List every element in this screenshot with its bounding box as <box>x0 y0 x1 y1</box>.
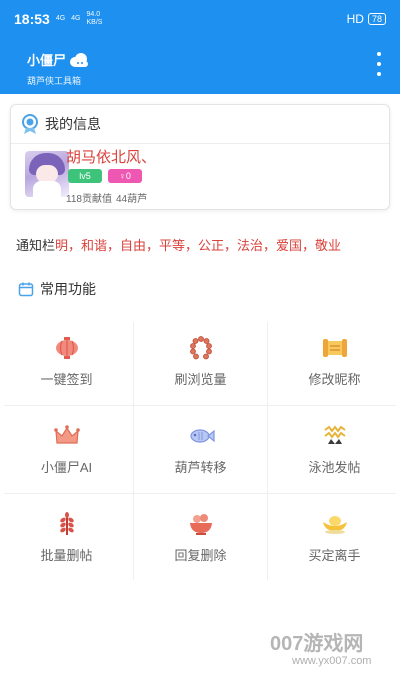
watermark-brand: 007游戏网 <box>270 633 364 655</box>
scroll-icon <box>322 339 347 357</box>
feature-label: 批量删帖 <box>40 548 93 563</box>
cloud-icon <box>70 52 89 67</box>
feature-label: 泳池发帖 <box>308 460 361 475</box>
profile-card-title: 我的信息 <box>45 116 101 132</box>
feature-grid: 一键签到 刷浏览量 修改昵称 小僵尸AI 葫芦转移 泳池发帖 批量删帖 回复删除… <box>0 318 400 580</box>
feature-reply-delete[interactable]: 回复删除 <box>134 494 267 582</box>
gold-ingot-icon <box>322 516 347 534</box>
lantern-icon <box>55 337 78 359</box>
app-subtitle: 葫芦侠工具箱 <box>27 76 82 86</box>
section-title: 常用功能 <box>40 281 96 297</box>
feature-change-nickname[interactable]: 修改昵称 <box>268 318 400 406</box>
status-time: 18:53 <box>14 11 50 27</box>
feature-gourd-transfer[interactable]: 葫芦转移 <box>134 406 267 494</box>
user-badges: lv5 ♀0 <box>68 169 142 183</box>
feature-pool-post[interactable]: 泳池发帖 <box>268 406 400 494</box>
user-stats: 118贡献值 44葫芦 <box>66 190 147 205</box>
notice-label: 通知栏 <box>16 238 56 253</box>
feature-label: 葫芦转移 <box>174 460 227 475</box>
medal-icon <box>22 114 38 134</box>
signal-indicator-right: 4G <box>71 15 81 22</box>
section-header: 常用功能 <box>18 279 96 299</box>
network-speed-value: 94.0 <box>86 11 101 18</box>
feature-label: 刷浏览量 <box>174 372 227 387</box>
calendar-icon <box>18 282 34 297</box>
app-title-text: 小僵尸 <box>27 53 67 68</box>
network-speed: 94.0 KB/S <box>87 11 103 27</box>
level-badge: lv5 <box>68 169 102 183</box>
feature-batch-delete[interactable]: 批量删帖 <box>0 494 133 582</box>
feature-label: 一键签到 <box>40 372 93 387</box>
feature-sign-in[interactable]: 一键签到 <box>0 318 133 406</box>
feature-label: 买定离手 <box>308 548 361 563</box>
network-speed-unit: KB/S <box>86 19 103 26</box>
bowl-icon <box>189 514 212 535</box>
battery-icon: 78 <box>367 13 386 25</box>
app-bar: 小僵尸 葫芦侠工具箱 <box>0 38 400 94</box>
contribution-value: 118贡献值 <box>66 194 112 205</box>
feature-label: 回复删除 <box>174 548 227 563</box>
profile-card-header: 我的信息 <box>19 113 101 135</box>
wheat-icon <box>59 512 74 535</box>
avatar[interactable] <box>25 151 69 197</box>
crown-icon <box>53 425 80 444</box>
feature-label: 小僵尸AI <box>40 460 93 475</box>
app-title: 小僵尸 <box>27 50 90 69</box>
waves-icon <box>323 425 346 444</box>
hd-indicator: HD <box>346 12 364 26</box>
signal-indicator-left: 4G <box>55 15 66 22</box>
feature-page-views[interactable]: 刷浏览量 <box>134 318 267 406</box>
divider <box>11 143 389 144</box>
watermark-url: www.yx007.com <box>292 655 372 667</box>
more-vert-icon[interactable] <box>374 52 384 76</box>
gender-badge: ♀0 <box>108 169 142 183</box>
notice-bar: 通知栏明，和谐，自由，平等，公正，法治，爱国，敬业 <box>16 235 400 254</box>
fish-icon <box>189 429 215 443</box>
feature-zombie-ai[interactable]: 小僵尸AI <box>0 406 133 494</box>
feature-label: 修改昵称 <box>308 372 361 387</box>
gourd-count: 44葫芦 <box>115 194 148 205</box>
notice-text: 明，和谐，自由，平等，公正，法治，爱国，敬业 <box>55 238 342 253</box>
beads-icon <box>189 336 212 360</box>
feature-place-bet[interactable]: 买定离手 <box>268 494 400 582</box>
status-bar: 18:53 4G 4G 94.0 KB/S HD 78 <box>0 0 400 38</box>
user-name: 胡马依北风、 <box>66 149 157 166</box>
